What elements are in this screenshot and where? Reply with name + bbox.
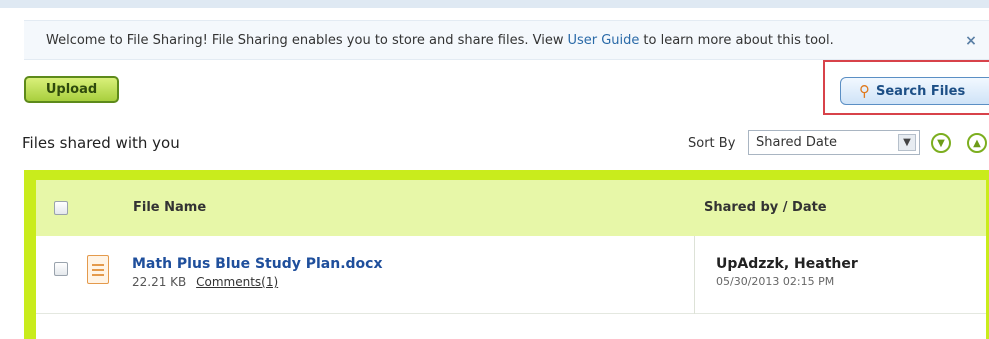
document-icon <box>87 255 109 284</box>
table-header: File Name Shared by / Date <box>36 180 986 236</box>
column-divider <box>694 236 695 314</box>
sort-ascending-button[interactable]: ▲ <box>967 133 987 153</box>
search-files-button[interactable]: ⚲ Search Files <box>840 77 989 105</box>
section-title: Files shared with you <box>22 134 180 152</box>
row-checkbox[interactable] <box>54 262 68 276</box>
close-icon[interactable]: × <box>961 31 981 51</box>
search-files-label: Search Files <box>876 83 966 99</box>
files-table: File Name Shared by / Date Math Plus Blu… <box>36 180 986 339</box>
file-name-link[interactable]: Math Plus Blue Study Plan.docx <box>132 256 382 272</box>
welcome-banner: Welcome to File Sharing! File Sharing en… <box>24 20 989 60</box>
table-row: Math Plus Blue Study Plan.docx 22.21 KB … <box>36 236 986 314</box>
shared-by: UpAdzzk, Heather <box>716 256 858 272</box>
column-shared-by-date[interactable]: Shared by / Date <box>704 200 827 215</box>
welcome-text: Welcome to File Sharing! File Sharing en… <box>46 32 564 48</box>
sort-by-label: Sort By <box>688 136 736 151</box>
search-icon: ⚲ <box>859 82 870 100</box>
user-guide-link[interactable]: User Guide <box>567 33 639 48</box>
welcome-text-after: to learn more about this tool. <box>643 32 834 48</box>
select-all-checkbox[interactable] <box>54 201 68 215</box>
shared-date: 05/30/2013 02:15 PM <box>716 275 835 288</box>
column-file-name[interactable]: File Name <box>133 200 206 215</box>
comments-link[interactable]: Comments(1) <box>196 275 278 289</box>
files-panel: File Name Shared by / Date Math Plus Blu… <box>24 170 989 339</box>
file-meta: 22.21 KB Comments(1) <box>132 275 278 289</box>
upload-button[interactable]: Upload <box>24 76 119 103</box>
sort-descending-button[interactable]: ▼ <box>931 133 951 153</box>
sort-selected-value: Shared Date <box>756 135 837 150</box>
sort-select[interactable]: Shared Date ▼ <box>748 130 920 155</box>
dropdown-arrow-icon: ▼ <box>898 134 916 151</box>
top-rule <box>0 0 989 8</box>
file-size: 22.21 KB <box>132 275 187 289</box>
